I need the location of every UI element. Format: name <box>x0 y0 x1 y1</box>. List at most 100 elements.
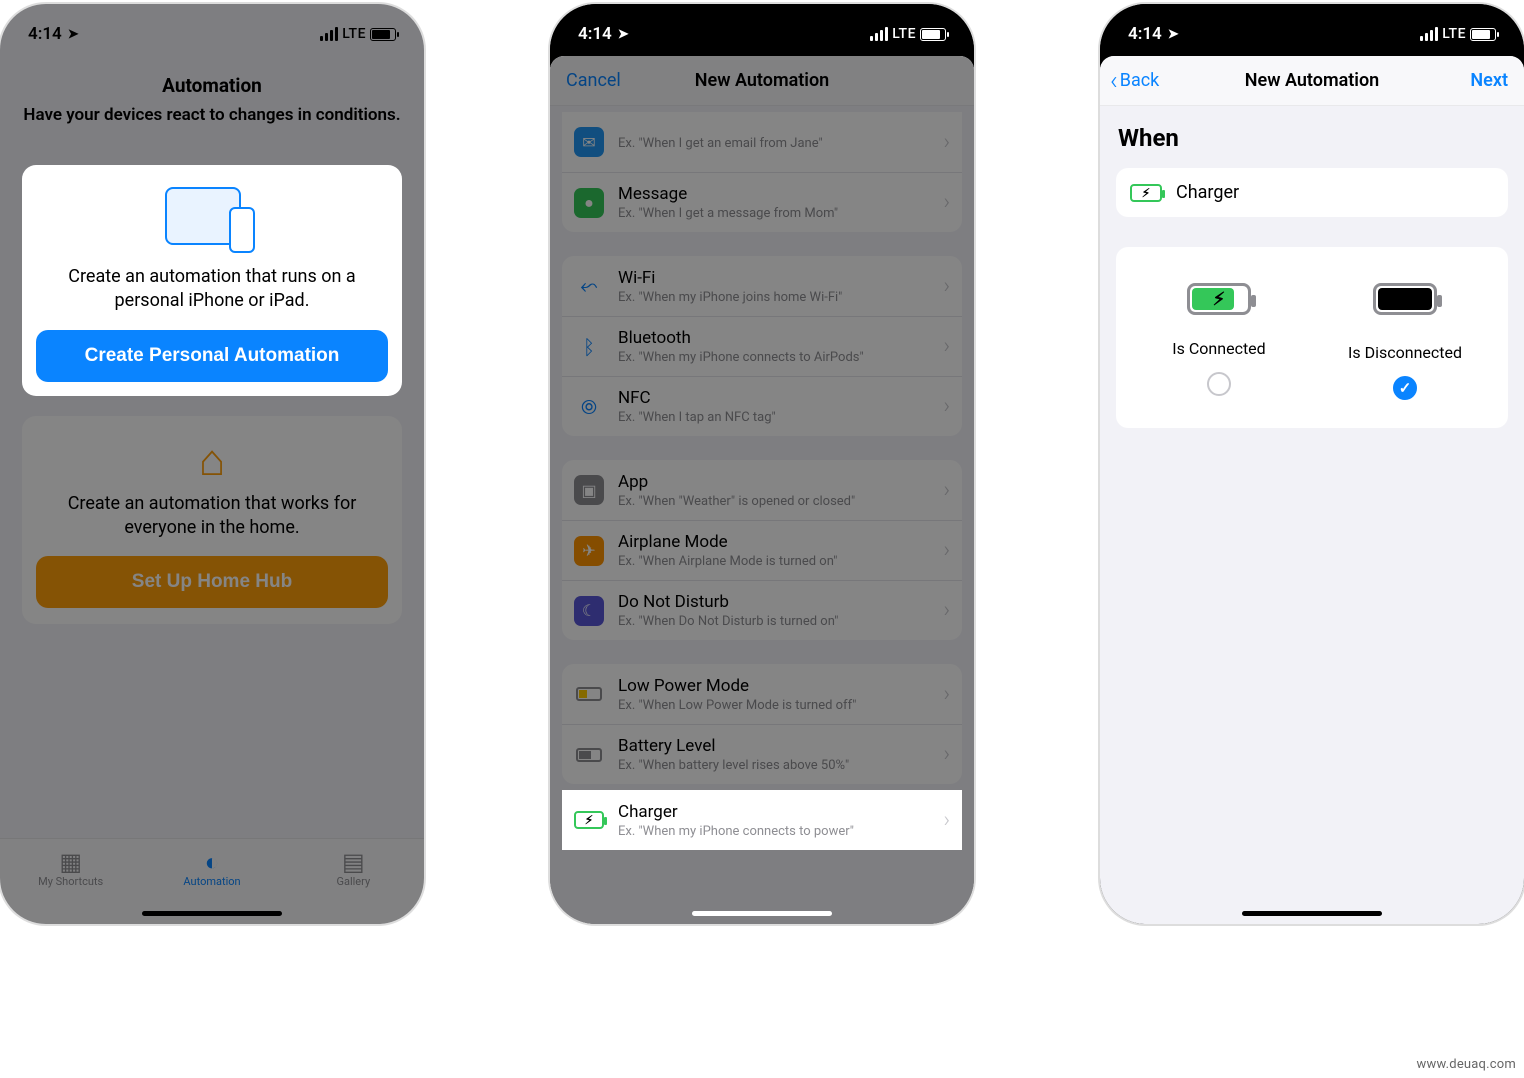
row-sub: Ex. "When I tap an NFC tag" <box>618 410 943 425</box>
screenshot-3-charger-options: 4:14 ➤ LTE ‹ Back New Automation Next Wh… <box>1100 4 1524 924</box>
create-personal-automation-button[interactable]: Create Personal Automation <box>36 330 388 382</box>
chevron-right-icon: › <box>943 742 950 767</box>
row-sub: Ex. "When "Weather" is opened or closed" <box>618 494 943 509</box>
tab-label: Gallery <box>336 875 370 888</box>
chevron-left-icon: ‹ <box>1110 68 1118 94</box>
dnd-icon: ☾ <box>574 596 604 626</box>
trigger-row-bluetooth[interactable]: ᛒ Bluetooth Ex. "When my iPhone connects… <box>562 316 962 376</box>
sheet-title: New Automation <box>695 70 829 91</box>
back-button[interactable]: ‹ Back <box>1110 68 1159 94</box>
status-bar: 4:14 ➤ LTE <box>1100 4 1524 50</box>
row-sub: Ex. "When my iPhone connects to power" <box>618 824 943 839</box>
home-automation-description: Create an automation that works for ever… <box>36 492 388 557</box>
trigger-group-comm: ✉︎ Ex. "When I get an email from Jane" ›… <box>562 112 962 232</box>
sheet-header: Cancel New Automation <box>550 56 974 106</box>
wifi-icon: ⬿ <box>574 271 604 301</box>
sheet-new-automation: ‹ Back New Automation Next When ⚡︎ Charg… <box>1100 56 1524 924</box>
selected-trigger-row: ⚡︎ Charger <box>1116 168 1508 217</box>
mail-icon: ✉︎ <box>574 127 604 157</box>
row-title: Low Power Mode <box>618 676 943 696</box>
option-is-connected[interactable]: ⚡︎ Is Connected <box>1126 283 1312 404</box>
row-sub: Ex. "When my iPhone connects to AirPods" <box>618 350 943 365</box>
shortcuts-icon: ▦ <box>0 849 141 875</box>
personal-automation-card: Create an automation that runs on a pers… <box>22 165 402 396</box>
setup-home-hub-button[interactable]: Set Up Home Hub <box>36 556 388 608</box>
row-title: NFC <box>618 388 943 408</box>
row-title: Battery Level <box>618 736 943 756</box>
row-title: Charger <box>618 802 943 822</box>
row-sub: Ex. "When Low Power Mode is turned off" <box>618 698 943 713</box>
chevron-right-icon: › <box>943 190 950 215</box>
cancel-button[interactable]: Cancel <box>566 70 621 91</box>
row-title: Message <box>618 184 943 204</box>
nfc-icon: ⦾ <box>574 392 604 422</box>
row-sub: Ex. "When my iPhone joins home Wi-Fi" <box>618 290 943 305</box>
tab-gallery[interactable]: ▤ Gallery <box>283 839 424 924</box>
chevron-right-icon: › <box>943 682 950 707</box>
battery-icon <box>370 28 396 41</box>
trigger-row-nfc[interactable]: ⦾ NFC Ex. "When I tap an NFC tag" › <box>562 376 962 436</box>
battery-icon <box>1470 28 1496 41</box>
sheet-header: ‹ Back New Automation Next <box>1100 56 1524 106</box>
trigger-group-system: ▣ App Ex. "When "Weather" is opened or c… <box>562 460 962 640</box>
row-title: Wi-Fi <box>618 268 943 288</box>
low-power-icon <box>574 679 604 709</box>
signal-icon <box>870 27 888 41</box>
row-title: Airplane Mode <box>618 532 943 552</box>
row-sub: Ex. "When Airplane Mode is turned on" <box>618 554 943 569</box>
chevron-right-icon: › <box>943 334 950 359</box>
trigger-row-airplane[interactable]: ✈︎ Airplane Mode Ex. "When Airplane Mode… <box>562 520 962 580</box>
bluetooth-icon: ᛒ <box>574 332 604 362</box>
battery-connected-icon: ⚡︎ <box>1187 283 1251 315</box>
option-is-disconnected[interactable]: Is Disconnected <box>1312 283 1498 404</box>
trigger-row-dnd[interactable]: ☾ Do Not Disturb Ex. "When Do Not Distur… <box>562 580 962 640</box>
screenshot-1-automation-tab: 4:14 ➤ LTE Automation Have your devices … <box>0 4 424 924</box>
back-label: Back <box>1120 70 1160 91</box>
status-bar: 4:14 ➤ LTE <box>0 4 424 50</box>
home-automation-card: ⌂ Create an automation that works for ev… <box>22 416 402 625</box>
message-icon: ● <box>574 188 604 218</box>
trigger-row-charger[interactable]: ⚡︎ Charger Ex. "When my iPhone connects … <box>562 790 962 850</box>
trigger-row-wifi[interactable]: ⬿ Wi-Fi Ex. "When my iPhone joins home W… <box>562 256 962 316</box>
status-bar: 4:14 ➤ LTE <box>550 4 974 50</box>
section-when-heading: When <box>1100 106 1524 162</box>
chevron-right-icon: › <box>943 394 950 419</box>
battery-icon <box>920 28 946 41</box>
tab-label: My Shortcuts <box>38 875 103 888</box>
tab-my-shortcuts[interactable]: ▦ My Shortcuts <box>0 839 141 924</box>
trigger-row-message[interactable]: ● Message Ex. "When I get a message from… <box>562 172 962 232</box>
row-sub: Ex. "When Do Not Disturb is turned on" <box>618 614 943 629</box>
location-icon: ➤ <box>1168 27 1179 42</box>
charger-icon: ⚡︎ <box>1130 184 1162 202</box>
chevron-right-icon: › <box>943 808 950 833</box>
chevron-right-icon: › <box>943 598 950 623</box>
chevron-right-icon: › <box>943 478 950 503</box>
trigger-row-app[interactable]: ▣ App Ex. "When "Weather" is opened or c… <box>562 460 962 520</box>
chevron-right-icon: › <box>943 130 950 155</box>
chevron-right-icon: › <box>943 538 950 563</box>
network-label: LTE <box>1442 26 1466 42</box>
selected-trigger-label: Charger <box>1176 182 1239 203</box>
gallery-icon: ▤ <box>283 849 424 875</box>
location-icon: ➤ <box>68 27 79 42</box>
battery-disconnected-icon <box>1373 283 1437 315</box>
location-icon: ➤ <box>618 27 629 42</box>
trigger-row-email[interactable]: ✉︎ Ex. "When I get an email from Jane" › <box>562 112 962 172</box>
home-indicator <box>692 911 832 916</box>
radio-unchecked[interactable] <box>1207 372 1231 396</box>
trigger-row-battery-level[interactable]: Battery Level Ex. "When battery level ri… <box>562 724 962 784</box>
status-time: 4:14 <box>578 24 612 44</box>
page-title: Automation <box>0 50 424 105</box>
airplane-icon: ✈︎ <box>574 536 604 566</box>
battery-level-icon <box>574 740 604 770</box>
trigger-row-low-power[interactable]: Low Power Mode Ex. "When Low Power Mode … <box>562 664 962 724</box>
radio-checked[interactable] <box>1393 376 1417 400</box>
trigger-list: ✉︎ Ex. "When I get an email from Jane" ›… <box>550 112 974 784</box>
status-time: 4:14 <box>1128 24 1162 44</box>
next-button[interactable]: Next <box>1470 70 1508 91</box>
network-label: LTE <box>892 26 916 42</box>
signal-icon <box>320 27 338 41</box>
network-label: LTE <box>342 26 366 42</box>
trigger-group-connectivity: ⬿ Wi-Fi Ex. "When my iPhone joins home W… <box>562 256 962 436</box>
signal-icon <box>1420 27 1438 41</box>
